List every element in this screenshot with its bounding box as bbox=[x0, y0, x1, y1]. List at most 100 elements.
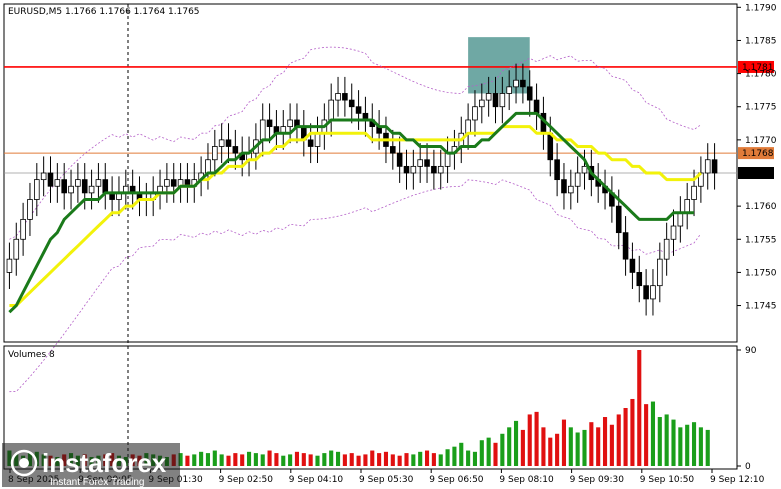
candle-body bbox=[581, 165, 588, 174]
candle-body bbox=[465, 119, 471, 134]
volume-bar bbox=[698, 427, 703, 466]
volume-bar bbox=[493, 442, 498, 466]
level-label: 1.1765 bbox=[742, 169, 774, 179]
volume-bar bbox=[383, 451, 389, 466]
price-tick-label: 1.1760 bbox=[745, 202, 777, 212]
volume-bar bbox=[185, 455, 190, 466]
volume-bar bbox=[335, 451, 341, 466]
candle-body bbox=[444, 152, 451, 167]
candle-body bbox=[102, 179, 109, 194]
candle-body bbox=[479, 99, 485, 108]
watermark-brand: instaforex bbox=[42, 448, 167, 478]
time-tick-label: 9 Sep 09:30 bbox=[570, 475, 625, 485]
volume-tick-label: 0 bbox=[745, 462, 751, 472]
candle-body bbox=[533, 99, 540, 114]
volume-tick-label: 90 bbox=[745, 346, 757, 356]
candle-body bbox=[307, 139, 314, 147]
candle-body bbox=[342, 93, 348, 101]
volume-bar bbox=[192, 454, 197, 466]
volumes-label: Volumes 8 bbox=[8, 350, 55, 360]
candle-body bbox=[218, 139, 225, 147]
candle-body bbox=[403, 165, 410, 174]
time-tick-label: 9 Sep 10:50 bbox=[640, 475, 695, 485]
volume-bar bbox=[342, 454, 347, 466]
candle-body bbox=[68, 185, 74, 194]
price-tick-label: 1.1750 bbox=[745, 268, 777, 278]
time-tick-label: 9 Sep 02:50 bbox=[219, 475, 274, 485]
volume-bar bbox=[500, 433, 505, 466]
candle-body bbox=[225, 139, 232, 147]
candle-body bbox=[711, 159, 718, 174]
volume-bar bbox=[308, 454, 313, 466]
volume-bar bbox=[356, 455, 361, 466]
volume-bar bbox=[589, 422, 594, 466]
volume-bar bbox=[240, 454, 245, 466]
candle-body bbox=[663, 238, 670, 260]
volume-bar bbox=[507, 427, 512, 466]
volume-bar bbox=[705, 429, 710, 466]
volume-bar bbox=[678, 427, 683, 466]
candle-body bbox=[47, 172, 54, 187]
time-tick-label: 9 Sep 06:50 bbox=[429, 475, 484, 485]
candle-body bbox=[205, 159, 211, 174]
volume-bar bbox=[397, 455, 402, 466]
volume-bar bbox=[288, 454, 293, 466]
volume-bar bbox=[363, 454, 368, 466]
volume-bar bbox=[322, 453, 327, 466]
volume-bar bbox=[616, 414, 621, 466]
candle-body bbox=[348, 99, 355, 108]
price-tick-label: 1.1745 bbox=[745, 302, 777, 312]
time-tick-label: 9 Sep 04:10 bbox=[289, 475, 344, 485]
candle-body bbox=[499, 93, 506, 108]
volume-bar bbox=[445, 449, 450, 466]
candle-body bbox=[568, 185, 574, 194]
volume-bar bbox=[472, 451, 478, 466]
volume-bar bbox=[568, 427, 573, 466]
volume-bar bbox=[623, 408, 628, 466]
candle-body bbox=[431, 165, 437, 174]
candle-body bbox=[75, 179, 81, 187]
candle-body bbox=[164, 179, 170, 187]
candle-body bbox=[6, 258, 13, 273]
price-tick-label: 1.1775 bbox=[745, 103, 777, 113]
candle-body bbox=[472, 106, 478, 121]
volume-bar bbox=[527, 414, 532, 466]
candle-body bbox=[266, 119, 273, 128]
candle-body bbox=[520, 79, 526, 88]
candle-body bbox=[95, 179, 102, 187]
volume-bar bbox=[404, 453, 409, 466]
candle-body bbox=[643, 285, 649, 300]
volume-bar bbox=[260, 454, 265, 466]
volume-bar bbox=[644, 404, 649, 466]
volume-bar bbox=[575, 432, 580, 466]
candle-body bbox=[212, 146, 218, 161]
candle-body bbox=[437, 165, 444, 174]
candle-body bbox=[335, 93, 341, 101]
time-tick-label: 9 Sep 08:10 bbox=[499, 475, 554, 485]
volume-bar bbox=[205, 453, 211, 466]
candle-body bbox=[410, 165, 417, 174]
candle-body bbox=[629, 258, 636, 273]
volume-bar bbox=[486, 437, 491, 466]
candle-body bbox=[34, 179, 40, 200]
volume-bar bbox=[520, 429, 525, 466]
volume-bar bbox=[246, 451, 252, 466]
candle-body bbox=[170, 179, 177, 187]
price-tick-label: 1.1785 bbox=[745, 36, 777, 46]
volume-bar bbox=[281, 455, 286, 466]
watermark: instaforex Instant Forex Trading bbox=[2, 443, 180, 488]
volume-bar bbox=[233, 453, 238, 466]
candle-body bbox=[328, 99, 334, 121]
volume-axis: 90 0 bbox=[737, 346, 757, 472]
candle-body bbox=[287, 119, 293, 128]
volume-bar bbox=[418, 451, 423, 466]
price-tick-label: 1.1770 bbox=[745, 136, 777, 146]
candle-body bbox=[684, 199, 690, 214]
volume-bar bbox=[438, 454, 443, 466]
volume-bar bbox=[329, 450, 334, 466]
candle-body bbox=[81, 179, 88, 194]
volume-bar bbox=[377, 453, 382, 466]
volume-bar bbox=[212, 450, 217, 466]
candle-body bbox=[547, 132, 554, 161]
candle-body bbox=[574, 172, 581, 187]
